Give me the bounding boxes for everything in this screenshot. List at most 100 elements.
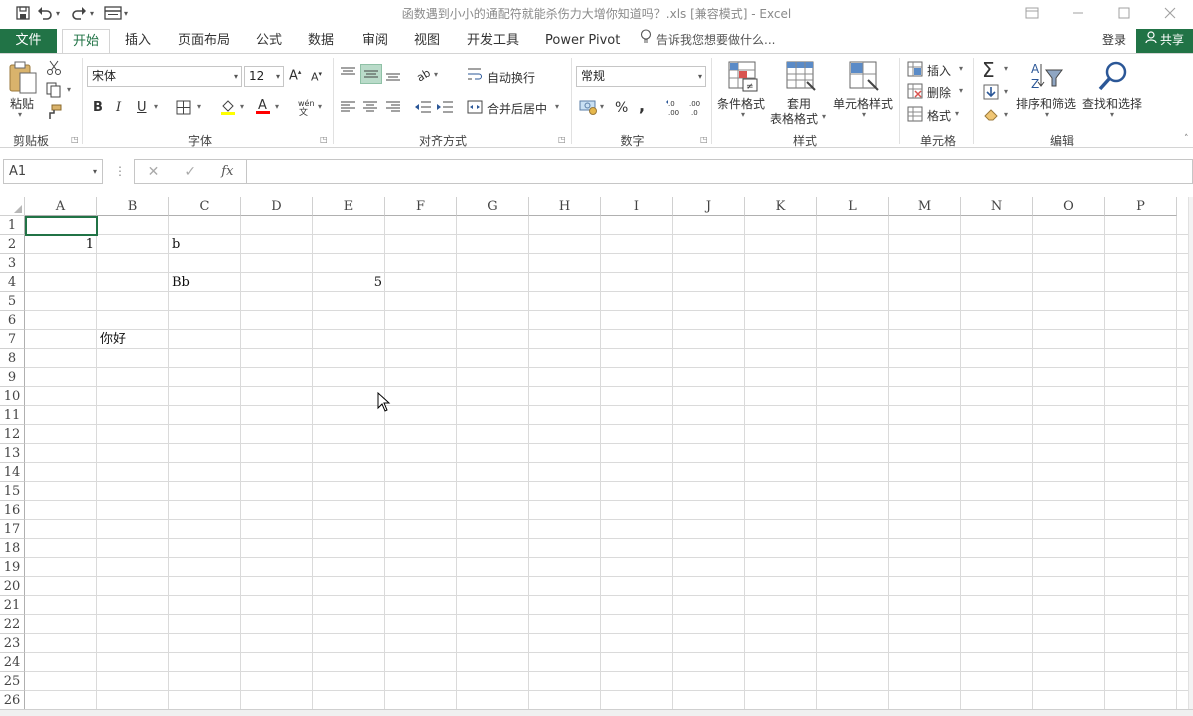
decrease-font-icon[interactable]: A▾ [311, 70, 322, 84]
borders-icon[interactable] [176, 100, 191, 119]
increase-font-icon[interactable]: A▴ [289, 68, 301, 83]
column-header-b[interactable]: B [97, 197, 169, 216]
close-icon[interactable] [1147, 0, 1193, 26]
alignment-launcher-icon[interactable]: ◳ [558, 135, 566, 144]
find-select-icon[interactable] [1097, 60, 1129, 95]
font-name-combo[interactable]: 宋体 ▾ [87, 66, 242, 87]
underline-button[interactable]: U [137, 100, 147, 115]
row-header-21[interactable]: 21 [0, 596, 25, 615]
vertical-scrollbar[interactable] [1188, 197, 1193, 716]
tab-insert[interactable]: 插入 [125, 29, 151, 53]
clear-dropdown-icon[interactable]: ▾ [1004, 110, 1008, 119]
accounting-format-icon[interactable] [579, 99, 599, 119]
share-button[interactable]: 共享 [1136, 29, 1193, 53]
column-header-p[interactable]: P [1105, 197, 1177, 216]
column-header-o[interactable]: O [1033, 197, 1105, 216]
row-header-24[interactable]: 24 [0, 653, 25, 672]
merge-center-label[interactable]: 合并后居中 [487, 100, 547, 117]
row-header-5[interactable]: 5 [0, 292, 25, 311]
accounting-dropdown-icon[interactable]: ▾ [600, 102, 604, 111]
align-right-icon[interactable] [385, 100, 401, 118]
bold-button[interactable]: B [93, 100, 103, 115]
minimize-icon[interactable] [1055, 0, 1101, 26]
fill-dropdown-icon[interactable]: ▾ [1004, 87, 1008, 96]
align-top-icon[interactable] [340, 66, 356, 84]
row-header-22[interactable]: 22 [0, 615, 25, 634]
font-launcher-icon[interactable]: ◳ [320, 135, 328, 144]
align-middle-icon[interactable] [360, 64, 382, 84]
row-header-7[interactable]: 7 [0, 330, 25, 349]
cell-c4[interactable]: Bb [169, 273, 241, 292]
select-all-button[interactable] [0, 197, 25, 216]
row-header-6[interactable]: 6 [0, 311, 25, 330]
row-header-20[interactable]: 20 [0, 577, 25, 596]
column-header-l[interactable]: L [817, 197, 889, 216]
font-size-combo[interactable]: 12 ▾ [244, 66, 284, 87]
align-bottom-icon[interactable] [385, 68, 401, 86]
row-header-2[interactable]: 2 [0, 235, 25, 254]
insert-cells-icon[interactable] [907, 61, 923, 81]
format-dropdown-icon[interactable]: ▾ [955, 109, 959, 118]
comma-button[interactable]: , [639, 96, 645, 115]
sort-dropdown-icon[interactable]: ▾ [1045, 110, 1049, 119]
paste-dropdown-icon[interactable]: ▾ [18, 110, 22, 119]
column-header-d[interactable]: D [241, 197, 313, 216]
tab-developer[interactable]: 开发工具 [467, 29, 519, 53]
row-header-13[interactable]: 13 [0, 444, 25, 463]
tab-power-pivot[interactable]: Power Pivot [545, 29, 620, 53]
tab-page-layout[interactable]: 页面布局 [178, 29, 230, 53]
enter-icon[interactable]: ✓ [184, 164, 196, 180]
row-header-16[interactable]: 16 [0, 501, 25, 520]
column-header-a[interactable]: A [25, 197, 97, 216]
italic-button[interactable]: I [116, 100, 121, 115]
borders-dropdown-icon[interactable]: ▾ [197, 102, 201, 111]
tab-view[interactable]: 视图 [414, 29, 440, 53]
copy-icon[interactable] [46, 82, 62, 102]
tab-data[interactable]: 数据 [308, 29, 334, 53]
cell-a2[interactable]: 1 [25, 235, 97, 254]
row-header-12[interactable]: 12 [0, 425, 25, 444]
increase-indent-icon[interactable] [436, 100, 454, 118]
row-header-26[interactable]: 26 [0, 691, 25, 710]
paste-icon[interactable] [8, 60, 38, 99]
phonetic-dropdown-icon[interactable]: ▾ [318, 102, 322, 111]
fill-color-icon[interactable] [220, 98, 236, 120]
formula-bar-resize-handle[interactable]: ⋮ [114, 164, 126, 178]
column-header-j[interactable]: J [673, 197, 745, 216]
login-link[interactable]: 登录 [1102, 29, 1126, 52]
fill-icon[interactable] [983, 84, 999, 104]
clear-icon[interactable] [983, 107, 999, 125]
insert-function-icon[interactable]: fx [221, 164, 233, 179]
row-header-11[interactable]: 11 [0, 406, 25, 425]
align-left-icon[interactable] [340, 100, 356, 118]
format-painter-icon[interactable] [46, 104, 62, 124]
merge-center-icon[interactable] [467, 100, 483, 118]
row-header-10[interactable]: 10 [0, 387, 25, 406]
merge-dropdown-icon[interactable]: ▾ [555, 102, 559, 111]
column-header-f[interactable]: F [385, 197, 457, 216]
font-color-dropdown-icon[interactable]: ▾ [275, 102, 279, 111]
tab-file[interactable]: 文件 [0, 29, 57, 53]
copy-dropdown-icon[interactable]: ▾ [67, 85, 71, 94]
align-center-icon[interactable] [362, 100, 378, 118]
row-header-17[interactable]: 17 [0, 520, 25, 539]
row-header-3[interactable]: 3 [0, 254, 25, 273]
decrease-indent-icon[interactable] [414, 100, 432, 118]
format-cells-label[interactable]: 格式 [927, 107, 951, 124]
tab-formulas[interactable]: 公式 [256, 29, 282, 53]
cell-c2[interactable]: b [169, 235, 241, 254]
formula-input[interactable] [246, 159, 1193, 184]
row-header-1[interactable]: 1 [0, 216, 25, 235]
row-header-8[interactable]: 8 [0, 349, 25, 368]
column-header-i[interactable]: I [601, 197, 673, 216]
tab-home[interactable]: 开始 [62, 29, 110, 54]
row-header-4[interactable]: 4 [0, 273, 25, 292]
row-header-15[interactable]: 15 [0, 482, 25, 501]
row-header-19[interactable]: 19 [0, 558, 25, 577]
cancel-icon[interactable]: ✕ [148, 164, 160, 180]
column-header-g[interactable]: G [457, 197, 529, 216]
clipboard-launcher-icon[interactable]: ◳ [71, 135, 79, 144]
cell-styles-icon[interactable] [848, 60, 880, 95]
underline-dropdown-icon[interactable]: ▾ [154, 102, 158, 111]
cell-b7[interactable]: 你好 [97, 330, 169, 349]
